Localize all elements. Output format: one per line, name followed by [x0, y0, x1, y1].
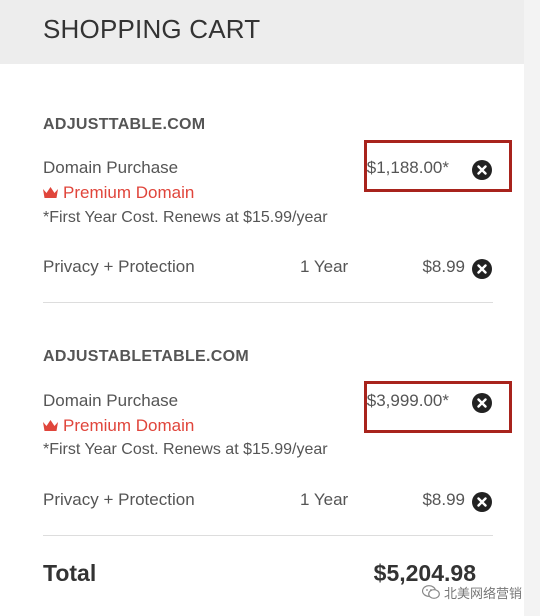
total-label: Total	[43, 560, 97, 586]
close-icon	[477, 264, 487, 274]
premium-label: Premium Domain	[63, 416, 195, 435]
remove-domain-button[interactable]	[472, 160, 492, 180]
close-icon	[477, 165, 487, 175]
crown-icon	[43, 420, 58, 431]
watermark-text: 北美网络营销	[443, 586, 522, 601]
cart-header: SHOPPING CART	[0, 0, 524, 64]
premium-badge: Premium Domain	[43, 183, 194, 203]
total-divider	[43, 535, 493, 536]
domain-price: $1,188.00*	[366, 158, 449, 177]
domain-purchase-label: Domain Purchase	[43, 158, 179, 177]
wechat-icon	[421, 585, 440, 599]
crown-icon	[43, 187, 58, 198]
remove-domain-button[interactable]	[472, 393, 492, 413]
remove-privacy-button[interactable]	[472, 492, 492, 512]
renewal-note: *First Year Cost. Renews at $15.99/year	[43, 209, 328, 226]
privacy-term: 1 Year	[300, 490, 349, 509]
remove-privacy-button[interactable]	[472, 259, 492, 279]
close-icon	[477, 398, 487, 408]
renewal-note: *First Year Cost. Renews at $15.99/year	[43, 441, 328, 458]
premium-badge: Premium Domain	[43, 416, 194, 436]
privacy-label: Privacy + Protection	[43, 257, 195, 276]
cart-panel: SHOPPING CART ADJUSTTABLE.COM Domain Pur…	[0, 0, 524, 616]
privacy-price: $8.99	[422, 490, 465, 509]
page-title: SHOPPING CART	[43, 14, 261, 44]
domain-price: $3,999.00*	[366, 391, 449, 410]
item-divider	[43, 302, 493, 303]
domain-purchase-label: Domain Purchase	[43, 391, 179, 410]
privacy-price: $8.99	[422, 257, 465, 276]
premium-label: Premium Domain	[63, 183, 195, 202]
privacy-label: Privacy + Protection	[43, 490, 195, 509]
domain-name: ADJUSTTABLE.COM	[43, 116, 206, 133]
watermark: 北美网络营销	[421, 583, 522, 602]
close-icon	[477, 497, 487, 507]
domain-name: ADJUSTABLETABLE.COM	[43, 348, 249, 365]
privacy-term: 1 Year	[300, 257, 349, 276]
